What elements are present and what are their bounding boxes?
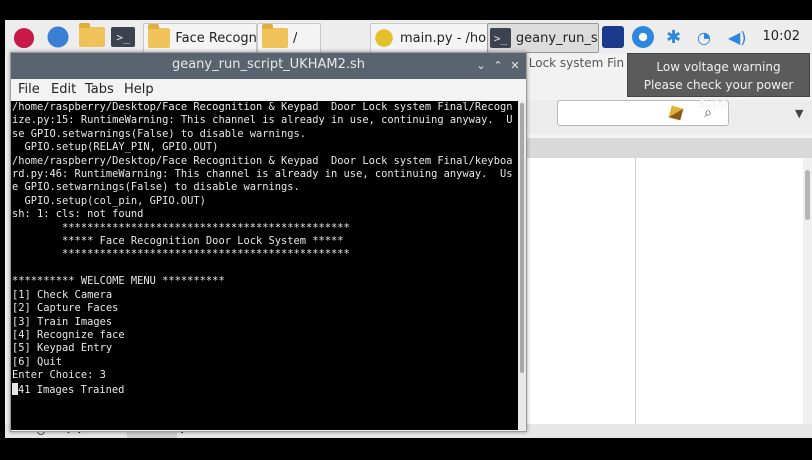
terminal-icon: >_: [111, 27, 135, 47]
vnc-tray-button[interactable]: [602, 23, 624, 51]
terminal-line: [2] Capture Faces: [12, 302, 119, 315]
terminal-line: [1] Check Camera: [12, 288, 113, 301]
minimize-icon[interactable]: ⌄: [474, 58, 488, 72]
terminal-line: e GPIO.setwarnings(False) to disable war…: [12, 181, 300, 194]
terminal-titlebar[interactable]: geany_run_script_UKHAM2.sh ⌄ ⌃ ✕: [11, 53, 526, 79]
terminal-line: GPIO.setup(RELAY_PIN, GPIO.OUT): [12, 141, 219, 154]
editor-scrollbar-thumb[interactable]: [805, 170, 810, 220]
terminal-line: [6] Quit: [12, 355, 63, 368]
terminal-icon: >_: [490, 28, 511, 48]
terminal-line: ****************************************…: [12, 221, 350, 234]
updates-tray-button[interactable]: [632, 23, 654, 51]
task-geany-run-script[interactable]: >_ geany_run_s...: [487, 23, 599, 53]
download-icon: [632, 26, 654, 48]
terminal-line: GPIO.setup(col_pin, GPIO.OUT): [12, 194, 206, 207]
task-label: main.py - /ho...: [400, 30, 487, 46]
bluetooth-icon[interactable]: ✱: [666, 23, 681, 51]
task-main-py[interactable]: main.py - /ho...: [370, 23, 488, 53]
terminal-line: ***** Face Recognition Door Lock System …: [12, 235, 344, 248]
low-voltage-warning: Low voltage warning Please check your po…: [627, 53, 810, 110]
terminal-line: rd.py:46: RuntimeWarning: This channel i…: [12, 168, 513, 181]
terminal-line: [3] Train Images: [12, 315, 113, 328]
code-editor[interactable]: [520, 158, 635, 438]
clock[interactable]: 10:02: [763, 29, 800, 44]
geany-title-fragment: r Lock system Fin: [520, 56, 625, 70]
task-label: geany_run_s...: [515, 30, 598, 46]
terminal-window: geany_run_script_UKHAM2.sh ⌄ ⌃ ✕ File Ed…: [10, 52, 527, 432]
menu-edit[interactable]: Edit: [51, 82, 76, 97]
terminal-line: sh: 1: cls: not found: [12, 208, 144, 221]
folder-icon: [262, 24, 288, 48]
wifi-icon[interactable]: ◔: [697, 23, 711, 51]
volume-icon[interactable]: ◀): [728, 23, 747, 51]
globe-icon: [45, 26, 71, 48]
terminal-line: /home/raspberry/Desktop/Face Recognition…: [12, 101, 513, 113]
terminal-line: Enter Choice: 3: [12, 369, 106, 382]
terminal-line: ize.py:15: RuntimeWarning: This channel …: [12, 114, 513, 127]
menu-help[interactable]: Help: [124, 82, 154, 97]
menu-tabs[interactable]: Tabs: [85, 82, 114, 97]
terminal-line: se GPIO.setwarnings(False) to disable wa…: [12, 127, 307, 140]
top-black-bar: [0, 0, 812, 20]
terminal-launcher-button[interactable]: >_: [111, 23, 135, 51]
menu-file[interactable]: File: [18, 82, 40, 97]
folder-icon: [148, 24, 171, 48]
raspberry-icon: [11, 26, 37, 48]
bottom-black-bar: [0, 438, 812, 460]
terminal-line: [4] Recognize face: [12, 328, 125, 341]
terminal-line: ********** WELCOME MENU **********: [12, 275, 225, 288]
vnc-icon: [602, 26, 624, 48]
warning-title: Low voltage warning: [656, 60, 781, 74]
terminal-last-line: 41 Images Trained: [18, 383, 125, 396]
editor-pane[interactable]: [636, 158, 803, 438]
raspberry-menu-button[interactable]: [11, 23, 37, 51]
editor-tab-strip: [520, 138, 812, 158]
warning-message: Please check your power supply: [643, 78, 794, 110]
task-label: Face Recogn...: [175, 30, 256, 46]
task-root-folder[interactable]: /: [257, 23, 321, 53]
task-face-recognition[interactable]: Face Recogn...: [143, 23, 257, 53]
desktop: >_ Face Recogn... / main.py - /ho... >_ …: [5, 20, 812, 438]
terminal-title: geany_run_script_UKHAM2.sh: [171, 57, 366, 72]
terminal-scrollbar-thumb[interactable]: [520, 103, 524, 373]
task-label: /: [293, 30, 298, 46]
terminal-line: ****************************************…: [12, 248, 350, 261]
folder-icon: [79, 23, 105, 47]
file-manager-button[interactable]: [79, 23, 105, 51]
maximize-icon[interactable]: ⌃: [491, 58, 505, 72]
terminal-menubar: File Edit Tabs Help: [11, 79, 526, 101]
web-browser-button[interactable]: [45, 23, 71, 51]
close-icon[interactable]: ✕: [508, 58, 522, 72]
terminal-line: [5] Keypad Entry: [12, 342, 113, 355]
taskbar: >_ Face Recogn... / main.py - /ho... >_ …: [5, 20, 812, 55]
terminal-screen[interactable]: /home/raspberry/Desktop/Face Recognition…: [11, 101, 518, 430]
terminal-output: /home/raspberry/Desktop/Face Recognition…: [12, 101, 512, 397]
terminal-line: /home/raspberry/Desktop/Face Recognition…: [12, 154, 513, 167]
geany-icon: [373, 27, 395, 49]
